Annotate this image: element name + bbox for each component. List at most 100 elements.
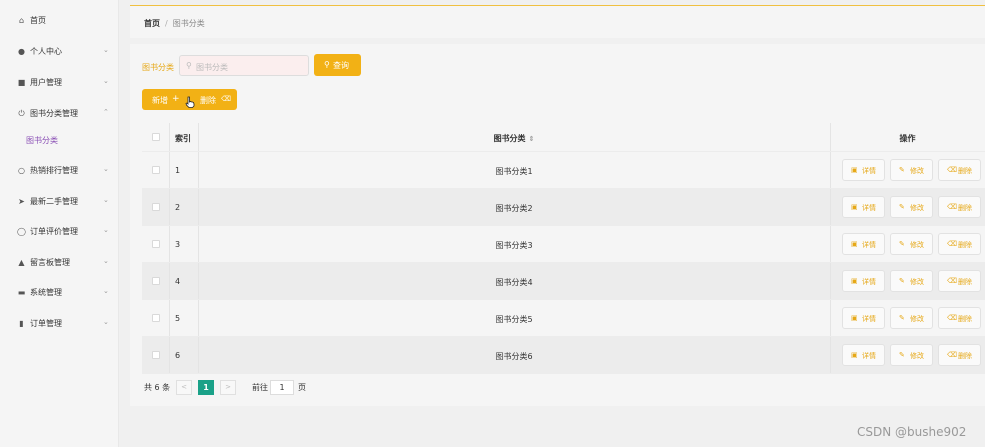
edit-icon: ✎ (899, 277, 905, 285)
row-checkbox[interactable] (152, 351, 160, 359)
search-icon: ⚲ (324, 60, 330, 69)
row-delete-button[interactable]: ⌫ 删除 (938, 196, 981, 218)
detail-button-label: 详情 (862, 241, 876, 249)
next-page-button[interactable]: > (220, 380, 236, 395)
detail-button[interactable]: ▣ 详情 (842, 159, 885, 181)
detail-button[interactable]: ▣ 详情 (842, 196, 885, 218)
sidebar-item-label: 订单管理 (30, 319, 62, 328)
column-divider (169, 263, 170, 299)
chart-icon: ▮ (19, 319, 24, 328)
chevron-down-icon: ⌄ (103, 318, 109, 326)
person-pin-icon: ▲ (18, 258, 25, 267)
row-index: 4 (175, 277, 181, 286)
delete-button-label: 删除 (200, 96, 216, 105)
edit-button[interactable]: ✎ 修改 (890, 159, 933, 181)
detail-icon: ▣ (851, 240, 858, 248)
row-checkbox[interactable] (152, 240, 160, 248)
breadcrumb-separator: / (165, 19, 168, 28)
sort-icon[interactable]: ⇕ (529, 135, 535, 143)
trash-icon: ⌫ (221, 95, 231, 103)
delete-button-label: 删除 (958, 352, 972, 360)
edit-button-label: 修改 (910, 167, 924, 175)
edit-button-label: 修改 (910, 204, 924, 212)
sidebar-item-book-category-management[interactable]: ⏻ 图书分类管理 ⌃ (0, 100, 119, 126)
trash-icon: ⌫ (947, 351, 957, 359)
trash-icon: ⌫ (947, 203, 957, 211)
row-index: 2 (175, 203, 181, 212)
select-all-checkbox[interactable] (152, 133, 160, 141)
send-icon: ➤ (18, 197, 25, 206)
row-index: 5 (175, 314, 181, 323)
column-divider (198, 337, 199, 373)
row-checkbox[interactable] (152, 203, 160, 211)
edit-button[interactable]: ✎ 修改 (890, 233, 933, 255)
sidebar-item-hot-ranking-management[interactable]: ○ 热销排行管理 ⌄ (0, 157, 119, 183)
row-name: 图书分类2 (495, 204, 533, 213)
row-checkbox[interactable] (152, 277, 160, 285)
column-divider (169, 189, 170, 225)
sidebar-item-user-management[interactable]: ■ 用户管理 ⌄ (0, 69, 119, 95)
detail-button[interactable]: ▣ 详情 (842, 307, 885, 329)
sidebar-item-system-management[interactable]: ▬ 系统管理 ⌄ (0, 279, 119, 305)
sidebar-item-order-management[interactable]: ▮ 订单管理 ⌄ (0, 310, 119, 336)
column-divider (169, 152, 170, 188)
sidebar-item-label: 系统管理 (30, 288, 62, 297)
row-index: 1 (175, 166, 181, 175)
delete-button-label: 删除 (958, 241, 972, 249)
current-page-button[interactable]: 1 (198, 380, 214, 395)
column-divider (198, 123, 199, 151)
prev-page-button[interactable]: < (176, 380, 192, 395)
row-checkbox[interactable] (152, 314, 160, 322)
table-row: 6 图书分类6 ▣ 详情 ✎ 修改 ⌫ 删除 (142, 337, 985, 374)
chevron-down-icon: ⌄ (103, 77, 109, 85)
sidebar-item-message-board-management[interactable]: ▲ 留言板管理 ⌄ (0, 249, 119, 275)
sidebar-subitem-label: 图书分类 (26, 136, 58, 145)
detail-button[interactable]: ▣ 详情 (842, 233, 885, 255)
edit-button[interactable]: ✎ 修改 (890, 344, 933, 366)
row-delete-button[interactable]: ⌫ 删除 (938, 159, 981, 181)
detail-button[interactable]: ▣ 详情 (842, 270, 885, 292)
detail-button[interactable]: ▣ 详情 (842, 344, 885, 366)
user-icon: ● (18, 47, 25, 56)
sidebar-item-latest-secondhand-management[interactable]: ➤ 最新二手管理 ⌄ (0, 188, 119, 214)
edit-button[interactable]: ✎ 修改 (890, 307, 933, 329)
delete-button-label: 删除 (958, 204, 972, 212)
sidebar-item-home[interactable]: ⌂ 首页 (0, 7, 119, 33)
trash-icon: ⌫ (947, 166, 957, 174)
sidebar-item-order-review-management[interactable]: ◯ 订单评价管理 ⌄ (0, 218, 119, 244)
breadcrumb-home[interactable]: 首页 (144, 19, 160, 28)
column-divider (198, 300, 199, 336)
chevron-down-icon: ⌄ (103, 287, 109, 295)
column-divider (830, 337, 831, 373)
column-divider (830, 226, 831, 262)
table-row: 5 图书分类5 ▣ 详情 ✎ 修改 ⌫ 删除 (142, 300, 985, 337)
bulb-icon: ○ (18, 166, 25, 175)
row-delete-button[interactable]: ⌫ 删除 (938, 307, 981, 329)
add-button[interactable]: 新增 + (142, 89, 190, 110)
header-bar: 首页 / 图书分类 (130, 5, 985, 38)
goto-page-input[interactable]: 1 (270, 380, 294, 395)
row-delete-button[interactable]: ⌫ 删除 (938, 233, 981, 255)
sidebar-item-personal-center[interactable]: ● 个人中心 ⌄ (0, 38, 119, 64)
row-name: 图书分类6 (495, 352, 533, 361)
row-checkbox[interactable] (152, 166, 160, 174)
detail-button-label: 详情 (862, 278, 876, 286)
edit-button[interactable]: ✎ 修改 (890, 196, 933, 218)
sidebar: ⌂ 首页 ● 个人中心 ⌄ ■ 用户管理 ⌄ ⏻ 图书分类管理 ⌃ 图书分类 ○… (0, 0, 119, 447)
row-delete-button[interactable]: ⌫ 删除 (938, 270, 981, 292)
column-divider (198, 189, 199, 225)
chevron-up-icon: ⌃ (103, 108, 109, 116)
detail-button-label: 详情 (862, 352, 876, 360)
delete-button-label: 删除 (958, 278, 972, 286)
header-name[interactable]: 图书分类 ⇕ (198, 133, 830, 144)
row-delete-button[interactable]: ⌫ 删除 (938, 344, 981, 366)
header-ops: 操作 (899, 134, 916, 143)
sidebar-subitem-book-category[interactable]: 图书分类 (0, 127, 119, 153)
query-button[interactable]: ⚲ 查询 (314, 54, 361, 76)
batch-delete-button[interactable]: 删除 ⌫ (190, 89, 237, 110)
edit-button[interactable]: ✎ 修改 (890, 270, 933, 292)
detail-button-label: 详情 (862, 167, 876, 175)
search-input[interactable]: ⚲ 图书分类 (179, 55, 309, 76)
edit-button-label: 修改 (910, 352, 924, 360)
chevron-down-icon: ⌄ (103, 257, 109, 265)
